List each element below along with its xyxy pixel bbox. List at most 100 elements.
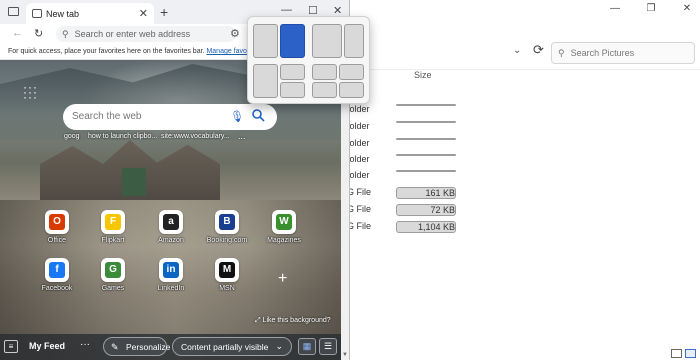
address-input[interactable]: ⚲ Search or enter web address [56, 26, 236, 42]
explorer-window-controls: — ❐ ✕ [608, 2, 694, 16]
flipkart-glyph: F [105, 214, 121, 230]
personalize-button[interactable]: ✎ Personalize [103, 337, 171, 356]
file-row[interactable]: G File 1,104 KB [341, 219, 521, 235]
snap-zone[interactable] [344, 24, 364, 58]
sidebar-icon[interactable] [8, 7, 19, 16]
background-door [122, 168, 146, 196]
explorer-search-input[interactable]: ⚲ Search Pictures [551, 42, 695, 64]
file-row[interactable]: G File 72 KB [341, 202, 521, 218]
tile-games[interactable]: G Games [89, 258, 137, 292]
tile-label: Booking.com [206, 237, 248, 244]
quick-links-more[interactable]: ... [238, 131, 246, 141]
apps-grid-icon[interactable]: ··· ··· ··· [23, 81, 38, 103]
like-background-link[interactable]: ⤢ Like this background? [255, 317, 331, 325]
snap-layouts-popup [247, 16, 370, 104]
snap-zone-selected[interactable] [280, 24, 305, 58]
file-size: 161 KB [396, 187, 456, 199]
games-glyph: G [105, 262, 121, 278]
scrollbar[interactable]: ▲ ▼ [341, 60, 349, 360]
new-tab-page: ··· ··· ··· Search the web 🎙 goog how to l… [0, 60, 349, 360]
snap-zone[interactable] [339, 82, 364, 98]
quick-link[interactable]: goog [64, 133, 80, 140]
scroll-down-icon[interactable]: ▼ [342, 352, 348, 358]
details-view-icon[interactable] [671, 349, 682, 358]
maximize-icon[interactable]: ❐ [644, 2, 658, 16]
facebook-glyph: f [49, 262, 65, 278]
microphone-icon[interactable]: 🎙 [230, 110, 244, 123]
file-size [396, 138, 456, 140]
favorites-prompt: For quick access, place your favorites h… [8, 48, 205, 55]
add-shortcut-button[interactable]: + [278, 270, 287, 288]
minimize-icon[interactable]: — [608, 2, 622, 16]
snap-zone[interactable] [280, 64, 305, 80]
tile-label: Facebook [41, 285, 73, 292]
office-glyph: O [49, 214, 65, 230]
menu-icon[interactable]: ≡ [4, 340, 18, 353]
file-type: folder [347, 138, 370, 148]
refresh-icon[interactable]: ⟳ [533, 42, 544, 58]
address-placeholder: Search or enter web address [74, 29, 191, 39]
file-size [396, 170, 456, 172]
my-feed-tab[interactable]: My Feed [29, 341, 65, 351]
tile-flipkart[interactable]: F Flipkart [89, 210, 137, 244]
file-row[interactable]: folder [341, 136, 521, 152]
quick-link[interactable]: site:www.vocabulary... [161, 133, 230, 140]
tile-facebook[interactable]: f Facebook [33, 258, 81, 292]
chevron-down-icon[interactable]: ⌄ [513, 45, 521, 56]
back-arrow-icon[interactable]: ← [12, 27, 23, 39]
tile-magazines[interactable]: W Magazines [260, 210, 308, 244]
file-row[interactable]: G File 161 KB [341, 185, 521, 201]
file-size [396, 121, 456, 123]
web-search-input[interactable]: Search the web 🎙 [63, 104, 277, 130]
content-visibility-dropdown[interactable]: Content partially visible ⌄ [172, 337, 292, 356]
linkedin-icon: in [159, 258, 183, 282]
snap-zone[interactable] [312, 82, 337, 98]
web-search-placeholder: Search the web [72, 111, 142, 122]
file-type: folder [347, 104, 370, 114]
snap-zone[interactable] [312, 24, 342, 58]
tile-booking[interactable]: B Booking.com [203, 210, 251, 244]
snap-zone[interactable] [253, 64, 278, 98]
view-toggle [671, 349, 696, 358]
tab-new-tab[interactable]: New tab ✕ [26, 3, 154, 24]
personalize-label: Personalize [126, 342, 171, 352]
file-type: folder [347, 154, 370, 164]
close-icon[interactable]: ✕ [139, 7, 148, 20]
file-type: G File [347, 221, 372, 231]
search-icon[interactable] [251, 108, 265, 122]
column-header-size[interactable]: Size [414, 70, 432, 80]
tile-label: LinkedIn [157, 285, 185, 292]
plus-icon[interactable]: + [160, 4, 168, 20]
games-icon: G [101, 258, 125, 282]
tiles-view-icon[interactable] [685, 349, 696, 358]
settings-icon[interactable]: ⚙ [230, 27, 240, 40]
tile-office[interactable]: O Office [33, 210, 81, 244]
tile-msn[interactable]: M MSN [203, 258, 251, 292]
file-row[interactable]: folder [341, 152, 521, 168]
list-view-icon[interactable]: ☰ [319, 338, 337, 355]
tile-label: Office [47, 237, 67, 244]
amazon-icon: a [159, 210, 183, 234]
file-row[interactable]: folder [341, 168, 521, 184]
snap-zone[interactable] [312, 64, 337, 80]
snap-zone[interactable] [339, 64, 364, 80]
close-icon[interactable]: ✕ [680, 2, 694, 16]
file-size [396, 104, 456, 106]
more-icon[interactable]: ··· [80, 339, 90, 350]
refresh-icon[interactable]: ↻ [34, 27, 43, 40]
linkedin-glyph: in [163, 262, 179, 278]
tile-linkedin[interactable]: in LinkedIn [147, 258, 195, 292]
quick-link[interactable]: how to launch clipbo... [88, 133, 157, 140]
file-type: G File [347, 204, 372, 214]
snap-zone[interactable] [280, 82, 305, 98]
snap-zone[interactable] [253, 24, 278, 58]
magazines-icon: W [272, 210, 296, 234]
grid-view-icon[interactable]: ▦ [298, 338, 316, 355]
file-row[interactable]: folder [341, 102, 521, 118]
minimize-icon[interactable]: — [281, 4, 292, 16]
tile-amazon[interactable]: a Amazon [147, 210, 195, 244]
tile-label: MSN [219, 285, 235, 292]
tile-label: Amazon [158, 237, 184, 244]
tile-label: Magazines [267, 237, 301, 244]
file-row[interactable]: folder [341, 119, 521, 135]
